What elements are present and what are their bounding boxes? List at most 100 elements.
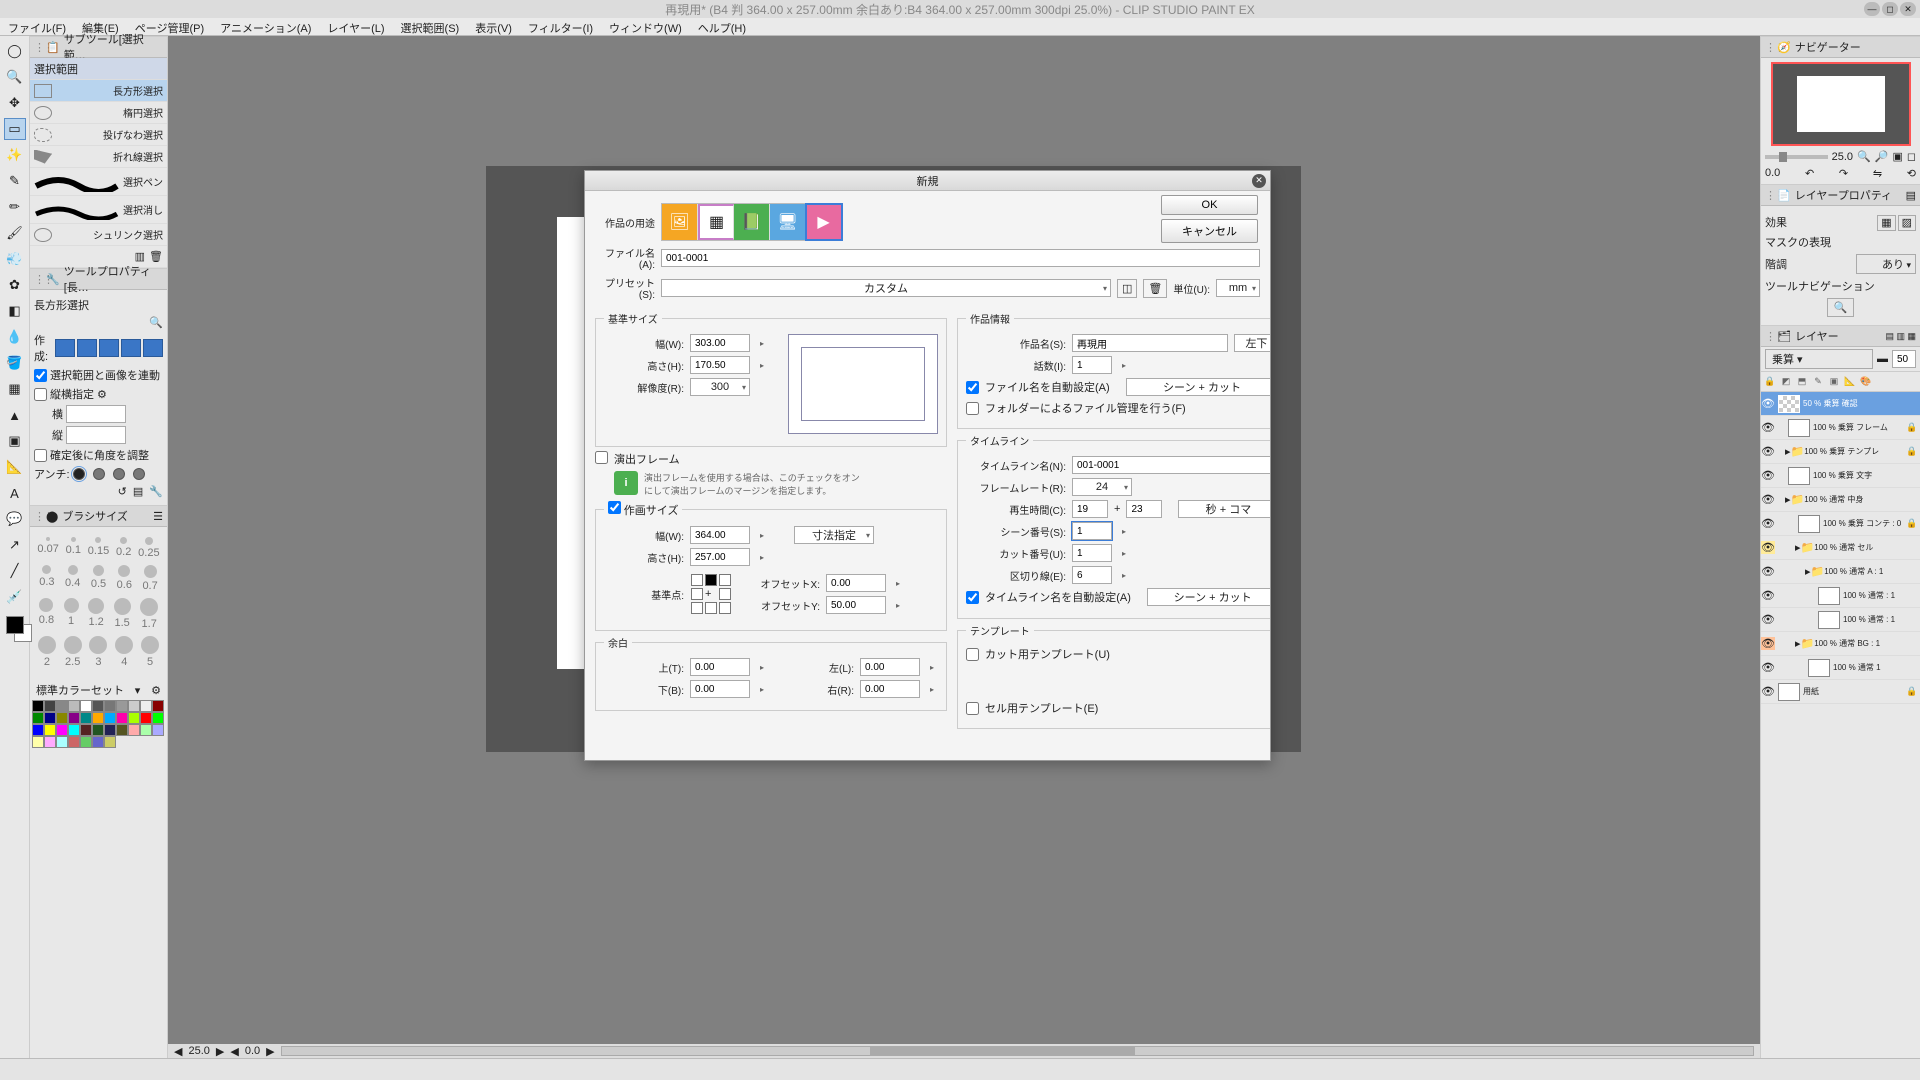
subtool-delete-icon[interactable]: 🗑 — [149, 250, 163, 263]
visibility-icon[interactable]: 👁 — [1761, 637, 1775, 650]
cut-template-checkbox[interactable] — [966, 648, 979, 661]
margin-right-input[interactable] — [860, 680, 920, 698]
drawsize-checkbox[interactable] — [608, 501, 621, 514]
lock-icon[interactable]: 🔒 — [1906, 686, 1916, 697]
swatch[interactable] — [32, 700, 44, 712]
tone-dropdown[interactable]: あり ▾ — [1856, 254, 1916, 274]
layer-row[interactable]: 👁100 % 通常 : 1 — [1761, 608, 1920, 632]
search-icon[interactable]: 🔍 — [149, 316, 163, 329]
toolprop-wrench-icon[interactable]: 🔧 — [149, 485, 163, 498]
subtool-lasso[interactable]: 投げなわ選択 — [30, 124, 167, 146]
layer-row[interactable]: 👁100 % 通常 : 1 — [1761, 584, 1920, 608]
swatch[interactable] — [80, 700, 92, 712]
menu-help[interactable]: ヘルプ(H) — [690, 18, 754, 35]
swatch[interactable] — [128, 700, 140, 712]
layer-row[interactable]: 👁100 % 乗算 文字 — [1761, 464, 1920, 488]
auto-filename-checkbox[interactable] — [966, 381, 979, 394]
horizontal-scrollbar[interactable] — [281, 1046, 1754, 1056]
foreground-color[interactable] — [6, 616, 24, 634]
base-height-input[interactable] — [690, 356, 750, 374]
blend-mode-dropdown[interactable]: 乗算 ▾ — [1765, 349, 1873, 369]
dialog-close-button[interactable]: ✕ — [1252, 174, 1266, 188]
menu-window[interactable]: ウィンドウ(W) — [601, 18, 690, 35]
swatch-grid[interactable] — [32, 700, 165, 748]
margin-top-input[interactable] — [690, 658, 750, 676]
menu-filter[interactable]: フィルター(I) — [520, 18, 601, 35]
swatch[interactable] — [80, 736, 92, 748]
purpose-tabs[interactable]: 🖼 ▦ 📗 🖥 ▶ — [661, 203, 843, 241]
swatch[interactable] — [104, 700, 116, 712]
menu-selection[interactable]: 選択範囲(S) — [393, 18, 468, 35]
visibility-icon[interactable]: 👁 — [1761, 517, 1775, 530]
playtime-sec-input[interactable] — [1072, 500, 1108, 518]
layers-panel-header[interactable]: ⋮⋮🗂レイヤー▤ ▥ ▦ — [1761, 325, 1920, 347]
opacity-input[interactable] — [1892, 350, 1916, 368]
rotate-cw-icon[interactable]: ↷ — [1839, 167, 1848, 180]
flip-h-icon[interactable]: ⇋ — [1873, 167, 1882, 180]
swatch[interactable] — [152, 724, 164, 736]
link-image-checkbox[interactable] — [34, 369, 47, 382]
swatch[interactable] — [68, 712, 80, 724]
swatch[interactable] — [140, 724, 152, 736]
episode-input[interactable] — [1072, 356, 1112, 374]
layer-row[interactable]: 👁50 % 乗算 確認 — [1761, 392, 1920, 416]
subtool-ellipse[interactable]: 楕円選択 — [30, 102, 167, 124]
layerprop-menu-icon[interactable]: ▤ — [1906, 189, 1916, 202]
playtime-unit-dropdown[interactable]: 秒 + コマ — [1178, 500, 1270, 518]
swatch[interactable] — [32, 724, 44, 736]
rotate-ccw-icon[interactable]: ↶ — [1805, 167, 1814, 180]
ratio-options-icon[interactable]: ⚙ — [97, 388, 107, 401]
brushsize-panel-header[interactable]: ⋮⋮⬤ ブラシサイズ☰ — [30, 505, 167, 527]
folder-manage-checkbox[interactable] — [966, 402, 979, 415]
layer-row[interactable]: 👁▸📁100 % 通常 セル — [1761, 536, 1920, 560]
swatch[interactable] — [92, 712, 104, 724]
menu-animation[interactable]: アニメーション(A) — [212, 18, 319, 35]
auto-timeline-checkbox[interactable] — [966, 591, 979, 604]
layer-row[interactable]: 👁▸📁100 % 通常 BG : 1 — [1761, 632, 1920, 656]
visibility-icon[interactable]: 👁 — [1761, 685, 1775, 698]
swatch[interactable] — [104, 736, 116, 748]
resolution-dropdown[interactable]: 300 — [690, 378, 750, 396]
swatch[interactable] — [104, 712, 116, 724]
purpose-comic[interactable]: ▦ — [698, 204, 734, 240]
visibility-icon[interactable]: 👁 — [1761, 445, 1775, 458]
swatch[interactable] — [152, 700, 164, 712]
antialias-buttons[interactable] — [73, 468, 145, 480]
layer-clip-icon[interactable]: ◩ — [1779, 375, 1793, 389]
auto-filename-dropdown[interactable]: シーン + カット — [1126, 378, 1270, 396]
visibility-icon[interactable]: 👁 — [1761, 541, 1775, 554]
swatch[interactable] — [32, 736, 44, 748]
navigator-panel-header[interactable]: ⋮⋮🧭ナビゲーター — [1761, 36, 1920, 58]
lock-icon[interactable]: 🔒 — [1906, 422, 1916, 433]
swatch[interactable] — [92, 736, 104, 748]
tool-lasso[interactable]: ◯ — [4, 40, 26, 62]
tool-brush[interactable]: 🖌 — [4, 222, 26, 244]
layer-ruler-icon[interactable]: 📐 — [1843, 375, 1857, 389]
reset-rotation-icon[interactable]: ⟲ — [1907, 167, 1916, 180]
subtool-rect[interactable]: 長方形選択 — [30, 80, 167, 102]
layerprop-panel-header[interactable]: ⋮⋮📄レイヤープロパティ▤ — [1761, 184, 1920, 206]
navigator-thumbnail[interactable] — [1771, 62, 1911, 146]
tool-balloon[interactable]: 💬 — [4, 508, 26, 530]
swatch[interactable] — [68, 700, 80, 712]
offset-x-input[interactable] — [826, 574, 886, 592]
tool-correct[interactable]: ↗ — [4, 534, 26, 556]
subtool-panel-header[interactable]: ⋮⋮📋 サブツール[選択範… — [30, 36, 167, 58]
swatch[interactable] — [44, 724, 56, 736]
swatch[interactable] — [92, 700, 104, 712]
layer-row[interactable]: 👁▸📁100 % 乗算 テンプレ🔒 — [1761, 440, 1920, 464]
ratio-checkbox[interactable] — [34, 388, 47, 401]
framerate-dropdown[interactable]: 24 — [1072, 478, 1132, 496]
corner-dropdown[interactable]: 左下 — [1234, 334, 1270, 352]
preset-save-icon[interactable]: ◫ — [1117, 279, 1137, 298]
swatch[interactable] — [128, 712, 140, 724]
window-minimize-button[interactable]: — — [1864, 2, 1880, 16]
workname-input[interactable] — [1072, 334, 1228, 352]
margin-left-input[interactable] — [860, 658, 920, 676]
toolprop-panel-header[interactable]: ⋮⋮🔧 ツールプロパティ[長… — [30, 268, 167, 290]
layer-row[interactable]: 👁▸📁100 % 通常 A : 1 — [1761, 560, 1920, 584]
colorset-options-icon[interactable]: ⚙ — [151, 684, 161, 697]
swatch[interactable] — [80, 724, 92, 736]
preset-delete-icon[interactable]: 🗑 — [1143, 279, 1167, 298]
swatch[interactable] — [56, 700, 68, 712]
